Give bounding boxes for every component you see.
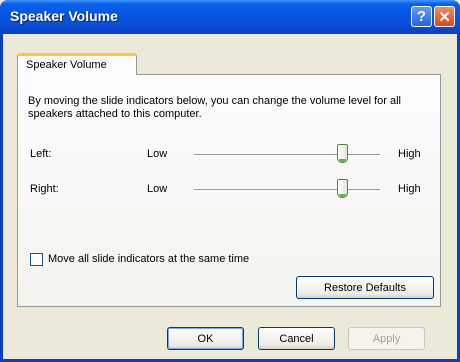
window-title: Speaker Volume bbox=[10, 8, 118, 24]
left-low-label: Low bbox=[147, 148, 168, 160]
ok-button[interactable]: OK bbox=[167, 327, 244, 350]
left-high-label: High bbox=[398, 148, 421, 160]
right-slider-thumb[interactable] bbox=[337, 179, 349, 198]
right-low-label: Low bbox=[147, 183, 168, 195]
right-high-label: High bbox=[398, 183, 421, 195]
cancel-label: Cancel bbox=[279, 332, 314, 345]
title-bar[interactable]: Speaker Volume ? ✕ bbox=[0, 0, 460, 34]
cancel-button[interactable]: Cancel bbox=[258, 327, 335, 350]
tab-label: Speaker Volume bbox=[26, 59, 107, 71]
apply-button[interactable]: Apply bbox=[348, 327, 425, 350]
right-label: Right: bbox=[30, 183, 59, 195]
left-slider-thumb[interactable] bbox=[337, 144, 349, 163]
tab-speaker-volume[interactable]: Speaker Volume bbox=[17, 53, 137, 75]
help-icon[interactable]: ? bbox=[411, 6, 432, 27]
right-slider-track[interactable] bbox=[194, 189, 380, 192]
ok-label: OK bbox=[197, 332, 214, 345]
close-icon[interactable]: ✕ bbox=[434, 6, 455, 27]
left-label: Left: bbox=[30, 148, 52, 160]
apply-label: Apply bbox=[372, 332, 401, 345]
restore-defaults-label: Restore Defaults bbox=[324, 281, 406, 294]
restore-defaults-button[interactable]: Restore Defaults bbox=[296, 276, 434, 299]
left-slider-track[interactable] bbox=[194, 154, 380, 157]
description-text: By moving the slide indicators below, yo… bbox=[28, 95, 401, 120]
move-all-checkbox[interactable] bbox=[30, 253, 43, 266]
move-all-label[interactable]: Move all slide indicators at the same ti… bbox=[48, 253, 249, 265]
